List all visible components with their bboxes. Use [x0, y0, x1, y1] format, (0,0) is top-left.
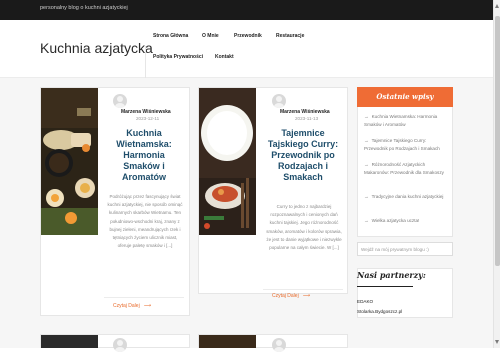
recent-posts-title: Ostatnie wpisy: [357, 87, 453, 107]
author-avatar: [272, 94, 286, 108]
post-thumbnail[interactable]: [41, 88, 98, 235]
recent-post-link[interactable]: → Tajemnice Tajskiego Curry: Przewodnik p…: [364, 137, 450, 152]
vietnamese-food-image: [41, 88, 98, 235]
author-avatar: [272, 338, 286, 352]
post-excerpt: Curry to jedno z najbardziej rozpoznawal…: [266, 204, 342, 251]
scrollbar-thumb[interactable]: [495, 16, 500, 266]
recent-post-label: Różnorodność Azjatyckich Makaronów: Prze…: [364, 162, 444, 175]
site-tagline: personalny blog o kuchni azjatyckiej: [40, 5, 128, 11]
post-title[interactable]: Kuchnia Wietnamska: Harmonia Smaków i Ar…: [104, 128, 184, 183]
arrow-right-icon: →: [364, 218, 369, 223]
post-author[interactable]: Marzena Wiśniewska: [280, 109, 330, 115]
arrow-right-icon: →: [364, 114, 369, 119]
nav-item-privacy[interactable]: Polityka Prywatności: [153, 54, 203, 60]
thai-curry-image: [199, 88, 256, 235]
partner-link[interactable]: Stolarka.Bydgoszcz.pl: [357, 309, 402, 314]
post-thumbnail[interactable]: [199, 88, 256, 235]
read-more-link[interactable]: Czytaj Dalej ⟶: [272, 293, 310, 299]
partners-title: Nasi partnerzy:: [357, 270, 426, 280]
partner-link[interactable]: EDAKO: [357, 299, 373, 304]
arrow-right-icon: →: [364, 162, 369, 167]
arrow-right-icon: ⟶: [141, 303, 152, 309]
recent-posts-widget: → Kuchnia Wietnamska: Harmonia Smaków i A…: [357, 107, 453, 237]
post-excerpt: Podróżując przez fascynujący świat kuchn…: [107, 194, 183, 249]
recent-post-label: Tajemnice Tajskiego Curry: Przewodnik po…: [364, 138, 440, 151]
read-more-label: Czytaj Dalej: [272, 293, 299, 299]
recent-post-link[interactable]: → Kuchnia Wietnamska: Harmonia Smaków i A…: [364, 113, 450, 128]
post-title[interactable]: Tajemnice Tajskiego Curry: Przewodnik po…: [263, 128, 343, 183]
recent-post-label: Wielka azjatycka uczta!: [371, 218, 420, 223]
site-header: Kuchnia azjatycka Strona Główna O Mnie P…: [0, 20, 493, 78]
nav-item-home[interactable]: Strona Główna: [153, 33, 188, 39]
read-more-label: Czytaj Dalej: [113, 303, 140, 309]
post-date: 2023-12-11: [136, 116, 160, 121]
vertical-scrollbar[interactable]: [493, 0, 500, 348]
post-divider: [104, 297, 184, 298]
site-title[interactable]: Kuchnia azjatycka: [40, 40, 153, 56]
read-more-link[interactable]: Czytaj Dalej ⟶: [113, 303, 151, 309]
arrow-right-icon: ⟶: [300, 293, 311, 299]
scroll-down-icon[interactable]: [495, 340, 499, 344]
recent-post-link[interactable]: → Różnorodność Azjatyckich Makaronów: Prz…: [364, 161, 450, 176]
author-avatar: [113, 94, 127, 108]
recent-post-label: Tradycyjne dania kuchni azjatyckiej: [371, 194, 444, 199]
recent-post-link[interactable]: → Tradycyjne dania kuchni azjatyckiej: [364, 193, 450, 201]
author-avatar: [113, 338, 127, 352]
post-author[interactable]: Marzena Wiśniewska: [121, 109, 171, 115]
recent-post-link[interactable]: → Wielka azjatycka uczta!: [364, 217, 450, 225]
top-bar: personalny blog o kuchni azjatyckiej: [0, 0, 493, 20]
post-date: 2023-11-13: [295, 116, 319, 121]
post-thumbnail[interactable]: [41, 335, 98, 348]
nav-item-restaurants[interactable]: Restauracje: [276, 33, 304, 39]
nav-item-contact[interactable]: Kontakt: [215, 54, 234, 60]
recent-post-label: Kuchnia Wietnamska: Harmonia Smaków i Ar…: [364, 114, 438, 127]
scroll-up-icon[interactable]: [495, 4, 499, 8]
partners-underline: [357, 286, 413, 287]
search-input[interactable]: Wejdź na mój prywatnym blogu :): [357, 242, 453, 256]
nav-item-about[interactable]: O Mnie: [202, 33, 219, 39]
nav-item-guide[interactable]: Przewodnik: [234, 33, 262, 39]
arrow-right-icon: →: [364, 138, 369, 143]
nav-divider: [145, 46, 146, 78]
post-divider: [263, 289, 343, 290]
arrow-right-icon: →: [364, 194, 369, 199]
post-thumbnail[interactable]: [199, 335, 256, 348]
